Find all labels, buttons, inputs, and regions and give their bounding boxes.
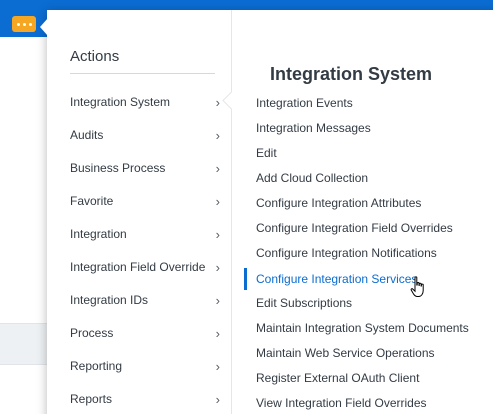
pane-divider: [231, 10, 232, 414]
dot-icon: [16, 22, 20, 26]
chevron-right-icon: ›: [215, 325, 220, 341]
submenu-item-configure-integration-notifications[interactable]: Configure Integration Notifications: [256, 242, 493, 264]
submenu-item-integration-messages[interactable]: Integration Messages: [256, 117, 493, 139]
submenu-item-maintain-integration-system-documents[interactable]: Maintain Integration System Documents: [256, 317, 493, 339]
submenu-item-integration-events[interactable]: Integration Events: [256, 92, 493, 114]
action-item-audits[interactable]: Audits ›: [70, 124, 220, 146]
action-item-process[interactable]: Process ›: [70, 322, 220, 344]
submenu-item-maintain-web-service-operations[interactable]: Maintain Web Service Operations: [256, 342, 493, 364]
action-item-label: Reports: [70, 392, 113, 406]
action-item-reporting[interactable]: Reporting ›: [70, 355, 220, 377]
submenu-item-configure-integration-services[interactable]: Configure Integration Services: [256, 268, 493, 290]
related-actions-button[interactable]: [12, 16, 36, 32]
action-item-label: Integration Field Override: [70, 260, 206, 274]
background-row: [0, 323, 50, 365]
action-item-label: Business Process: [70, 161, 166, 175]
chevron-right-icon: ›: [215, 160, 220, 176]
action-item-integration-system[interactable]: Integration System ›: [70, 91, 220, 113]
action-item-label: Reporting: [70, 359, 123, 373]
action-item-label: Favorite: [70, 194, 114, 208]
related-actions-popup: Actions Integration System › Audits › Bu…: [47, 10, 493, 414]
actions-pane: Actions Integration System › Audits › Bu…: [47, 10, 231, 414]
chevron-right-icon: ›: [215, 391, 220, 407]
popup-arrow: [40, 18, 48, 36]
action-item-label: Integration System: [70, 95, 171, 109]
chevron-right-icon: ›: [215, 94, 220, 110]
action-item-favorite[interactable]: Favorite ›: [70, 190, 220, 212]
chevron-right-icon: ›: [215, 259, 220, 275]
chevron-right-icon: ›: [215, 292, 220, 308]
chevron-right-icon: ›: [215, 226, 220, 242]
action-item-label: Audits: [70, 128, 104, 142]
dot-icon: [28, 22, 32, 26]
active-indicator: [244, 268, 247, 290]
action-item-integration-ids[interactable]: Integration IDs ›: [70, 289, 220, 311]
submenu-item-add-cloud-collection[interactable]: Add Cloud Collection: [256, 167, 493, 189]
submenu-item-view-integration-field-overrides[interactable]: View Integration Field Overrides: [256, 392, 493, 414]
submenu-item-edit[interactable]: Edit: [256, 142, 493, 164]
action-item-integration[interactable]: Integration ›: [70, 223, 220, 245]
chevron-right-icon: ›: [215, 193, 220, 209]
hand-cursor-icon: [410, 276, 424, 297]
action-item-label: Integration: [70, 227, 127, 241]
chevron-right-icon: ›: [215, 358, 220, 374]
submenu-item-configure-integration-field-overrides[interactable]: Configure Integration Field Overrides: [256, 217, 493, 239]
submenu-item-register-external-oauth-client[interactable]: Register External OAuth Client: [256, 367, 493, 389]
submenu-item-configure-integration-attributes[interactable]: Configure Integration Attributes: [256, 192, 493, 214]
dot-icon: [22, 22, 26, 26]
action-item-label: Process: [70, 326, 114, 340]
action-item-reports[interactable]: Reports ›: [70, 388, 220, 410]
action-item-label: Integration IDs: [70, 293, 149, 307]
submenu-item-edit-subscriptions[interactable]: Edit Subscriptions: [256, 292, 493, 314]
submenu-title: Integration System: [270, 64, 433, 84]
action-item-integration-field-override[interactable]: Integration Field Override ›: [70, 256, 220, 278]
title-divider: [70, 73, 215, 74]
chevron-right-icon: ›: [215, 127, 220, 143]
actions-title: Actions: [70, 48, 120, 65]
action-item-business-process[interactable]: Business Process ›: [70, 157, 220, 179]
